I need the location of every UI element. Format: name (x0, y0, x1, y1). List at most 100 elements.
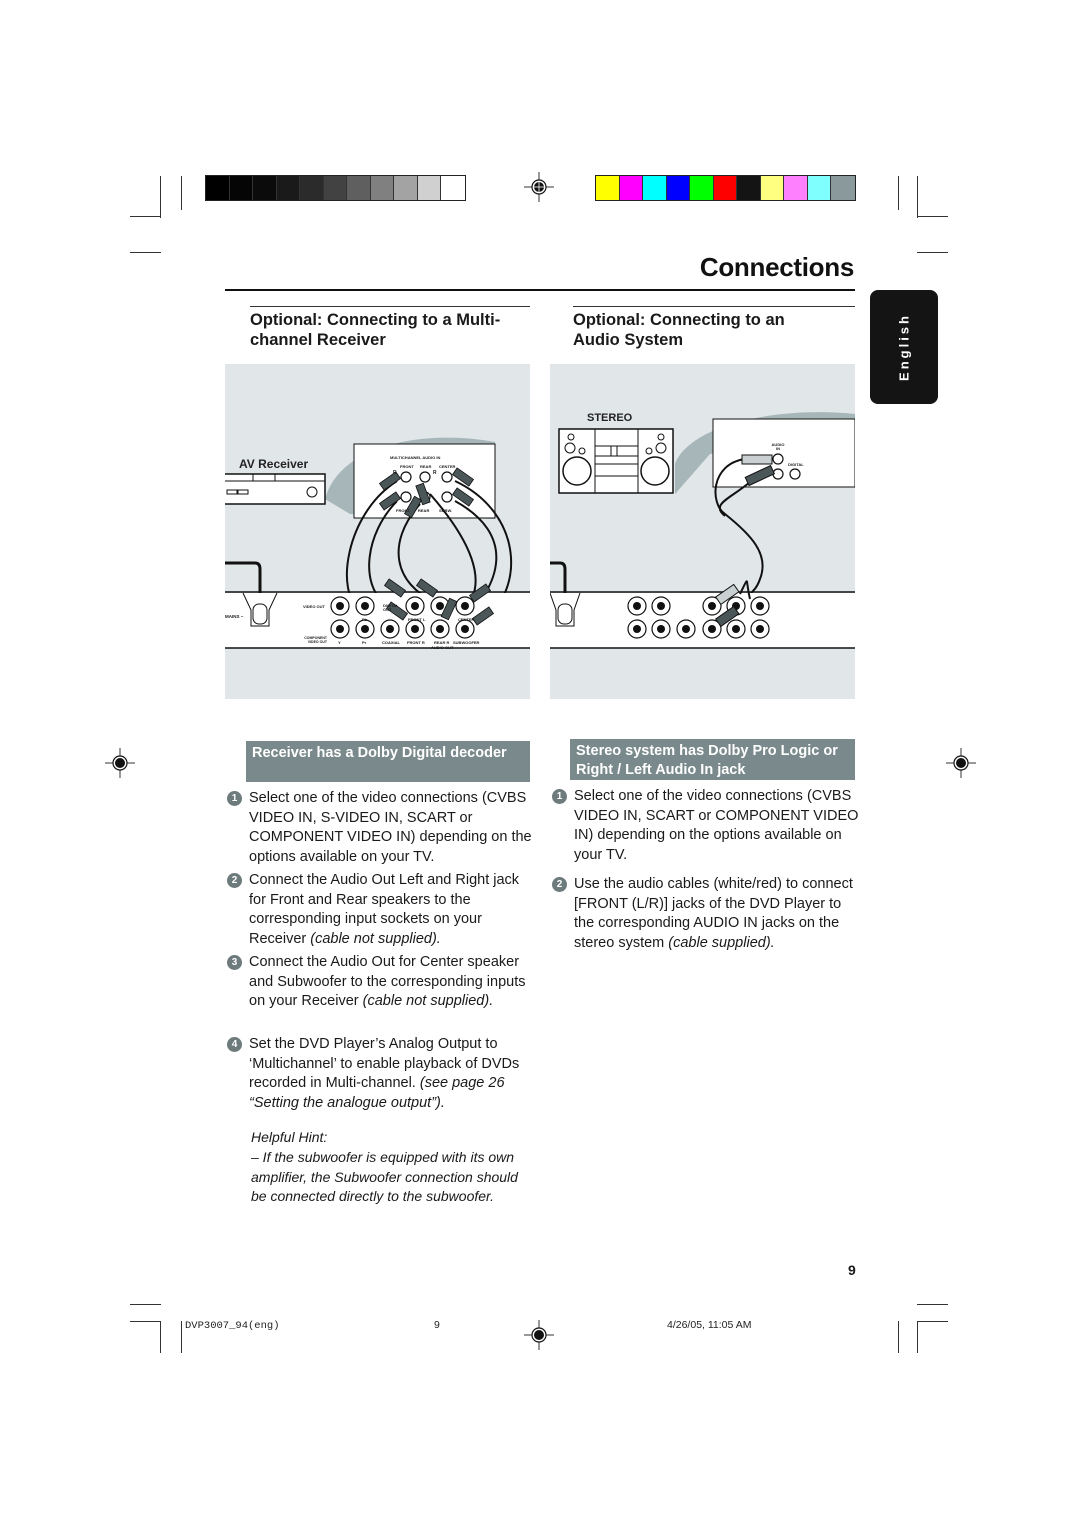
color-swatch (300, 176, 324, 200)
step-item: 2 Use the audio cables (white/red) to co… (552, 875, 859, 953)
panel-side-label: R (393, 470, 397, 476)
component-label: COMPONENT VIDEO OUT (304, 636, 327, 644)
pr-label: Pr (362, 640, 367, 645)
color-swatch (831, 176, 855, 200)
color-swatch (370, 176, 394, 200)
panel-bottom-rear: REAR (418, 508, 430, 513)
language-tab: English (870, 290, 938, 404)
step-item: 1 Select one of the video connections (C… (552, 787, 859, 865)
front-l-label: FRONT L (408, 617, 426, 622)
color-swatch (784, 176, 808, 200)
section-divider (250, 306, 530, 307)
color-swatch (323, 176, 347, 200)
color-swatch (690, 176, 714, 200)
step-number-icon: 2 (227, 873, 242, 888)
hint-title: Helpful Hint: (251, 1129, 328, 1145)
color-calibration-bar (595, 175, 856, 201)
language-tab-label: English (896, 313, 912, 381)
color-swatch (737, 176, 761, 200)
crop-mark (917, 1304, 948, 1305)
grayscale-calibration-bar (205, 175, 466, 201)
step-number-icon: 3 (227, 955, 242, 970)
hint-text: – If the subwoofer is equipped with its … (251, 1148, 518, 1205)
section-divider (573, 306, 855, 307)
registration-mark-icon (946, 748, 976, 778)
section-heading-audio-system: Optional: Connecting to an Audio System (573, 310, 785, 350)
helpful-hint: Helpful Hint: – If the subwoofer is equi… (251, 1128, 536, 1207)
color-swatch (596, 176, 620, 200)
subwoofer-label: SUBWOOFER (453, 640, 480, 645)
panel-side-label: R (433, 470, 437, 476)
color-swatch (394, 176, 418, 200)
audio-out-label: AUDIO OUT (431, 645, 454, 650)
front-r-label: FRONT R (407, 640, 425, 645)
crop-mark (917, 252, 948, 253)
color-swatch (807, 176, 831, 200)
step-text: Select one of the video connections (CVB… (574, 788, 859, 863)
pb-label: Pb (362, 617, 368, 622)
crop-mark (130, 1321, 161, 1322)
color-swatch (347, 176, 371, 200)
step-text: Select one of the video connections (CVB… (249, 790, 532, 865)
color-swatch (276, 176, 300, 200)
crop-mark (130, 216, 161, 217)
registration-mark-icon (105, 748, 135, 778)
step-number-icon: 4 (227, 1037, 242, 1052)
footer-timestamp: 4/26/05, 11:05 AM (667, 1319, 752, 1331)
step-number-icon: 2 (552, 877, 567, 892)
heading-line: channel Receiver (250, 331, 386, 349)
color-swatch (643, 176, 667, 200)
panel-column-rear: REAR (420, 464, 432, 469)
heading-line: Optional: Connecting to a Multi- (250, 311, 501, 329)
diagram-illustration (225, 437, 530, 649)
panel-title-label: MULTICHANNEL AUDIO IN (390, 455, 441, 460)
color-swatch (666, 176, 690, 200)
mains-label: MAINS ~ (225, 614, 244, 619)
color-swatch (713, 176, 737, 200)
page-number: 9 (848, 1262, 856, 1278)
crop-mark (898, 1321, 899, 1353)
crop-mark (181, 1321, 182, 1353)
step-item: 4 Set the DVD Player’s Analog Output to … (227, 1035, 534, 1113)
color-swatch (253, 176, 277, 200)
digital-out-label: DIGITAL OUT (383, 603, 399, 612)
crop-mark (160, 176, 161, 218)
crop-mark (917, 1321, 948, 1322)
audio-system-diagram: STEREO AUDIO IN DIGITAL (550, 364, 855, 699)
page-title: Connections (699, 252, 854, 282)
color-swatch (206, 176, 230, 200)
panel-column-center: CENTER (439, 464, 456, 469)
heading-line: Optional: Connecting to an (573, 311, 785, 329)
step-number-icon: 1 (227, 791, 242, 806)
step-item: 3 Connect the Audio Out for Center speak… (227, 953, 534, 1012)
color-swatch (417, 176, 441, 200)
crop-mark (917, 216, 948, 217)
title-divider (225, 289, 855, 291)
subheading-dolby-pro-logic: Stereo system has Dolby Pro Logic or Rig… (570, 739, 855, 780)
crop-mark (130, 1304, 161, 1305)
y-label: Y (338, 640, 341, 645)
section-heading-multichannel: Optional: Connecting to a Multi- channel… (250, 310, 500, 350)
coaxial-label: COAXIAL (382, 640, 400, 645)
step-note: (cable supplied). (668, 934, 775, 951)
color-swatch (760, 176, 784, 200)
color-swatch (229, 176, 253, 200)
video-out-label: VIDEO OUT (303, 604, 326, 609)
color-swatch (619, 176, 643, 200)
color-swatch (441, 176, 465, 200)
crop-mark (917, 1321, 918, 1353)
step-item: 1 Select one of the video connections (C… (227, 789, 534, 867)
panel-bottom-subw: SUBW. (439, 508, 453, 513)
crop-mark (898, 176, 899, 210)
subheading-dolby-digital: Receiver has a Dolby Digital decoder (246, 741, 530, 782)
registration-mark-icon (524, 1320, 554, 1350)
crop-mark (130, 252, 161, 253)
multichannel-receiver-diagram: AV Receiver MULTICHANNEL AUDIO IN FRONT … (225, 364, 530, 699)
footer-page: 9 (434, 1319, 440, 1331)
crop-mark (181, 176, 182, 210)
registration-mark-icon (524, 172, 554, 202)
step-note: (cable not supplied). (310, 930, 441, 947)
step-item: 2 Connect the Audio Out Left and Right j… (227, 871, 534, 949)
crop-mark (160, 1321, 161, 1353)
step-number-icon: 1 (552, 789, 567, 804)
